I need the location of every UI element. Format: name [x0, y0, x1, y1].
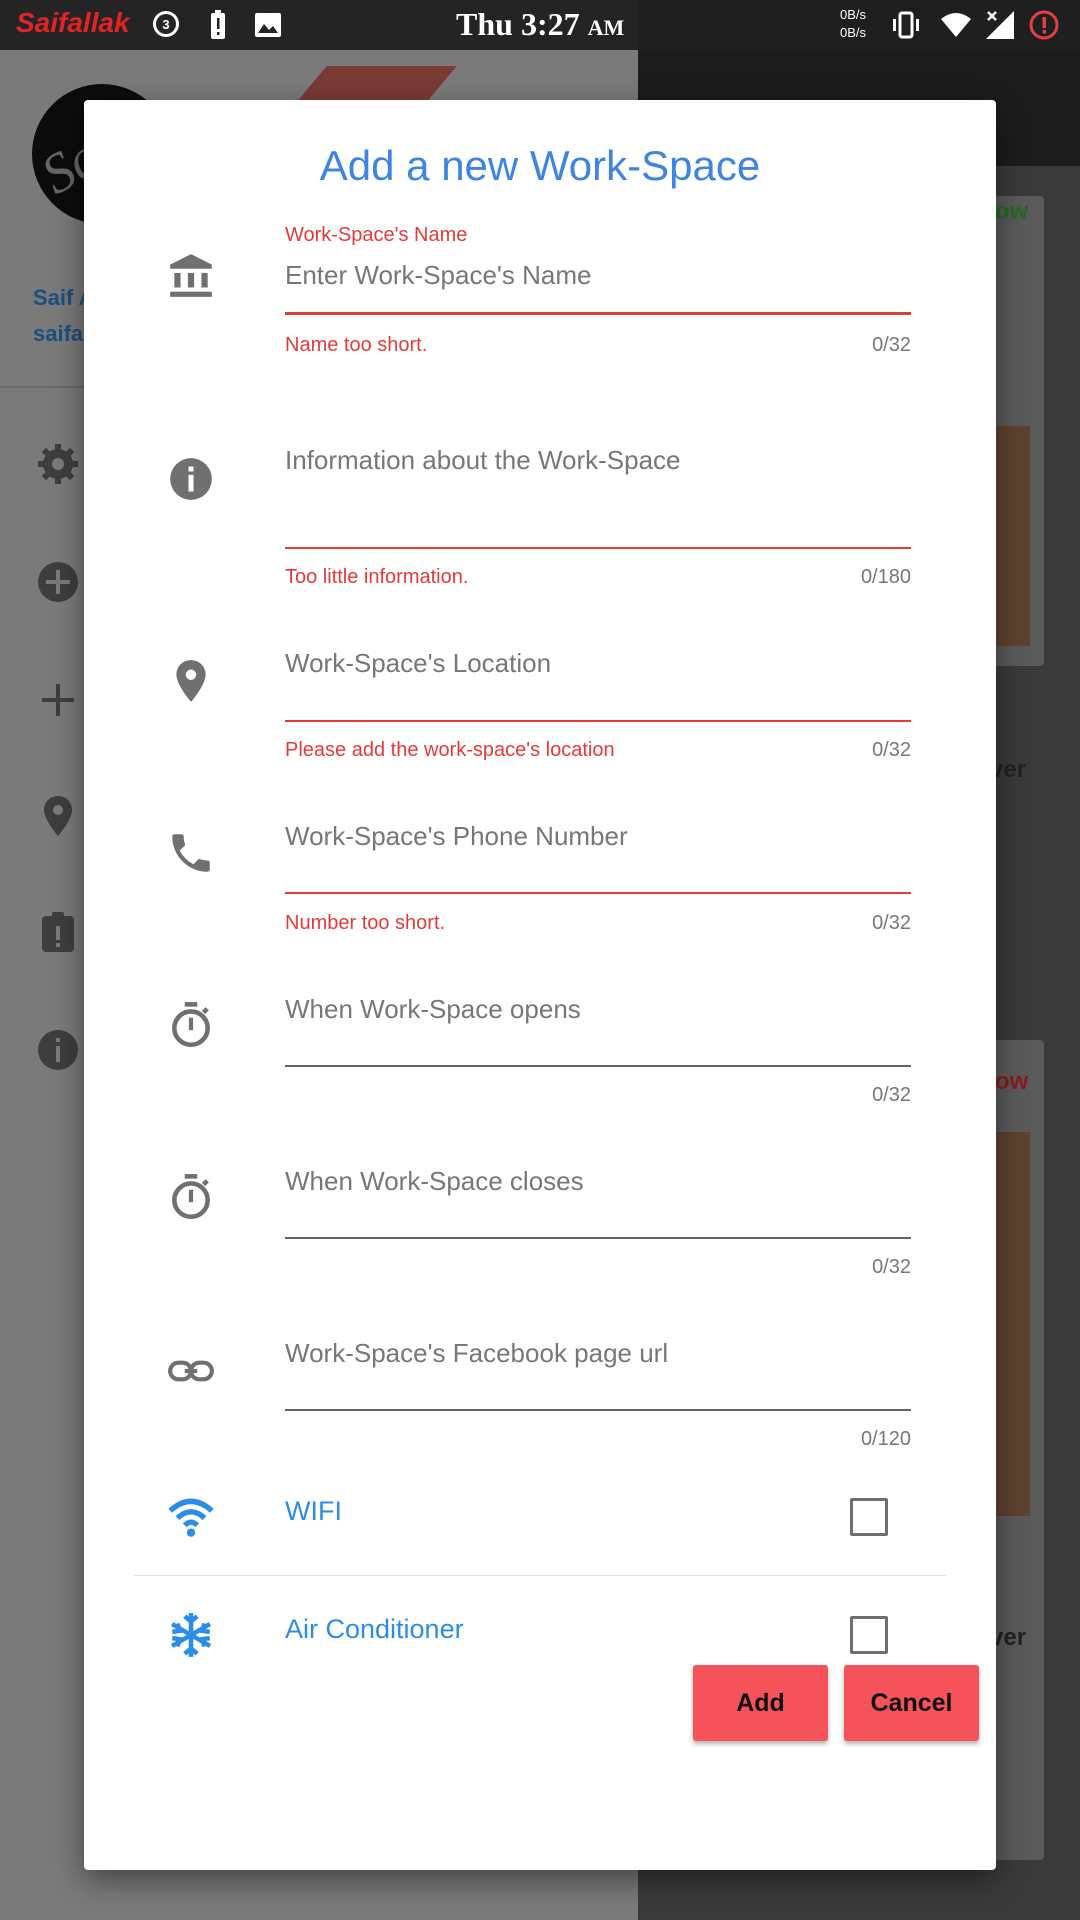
location-error: Please add the work-space's location	[285, 739, 615, 761]
timer-icon	[172, 1174, 210, 1220]
wifi-label: WIFI	[285, 1496, 342, 1526]
clock-ampm: AM	[587, 15, 625, 40]
closes-field[interactable]: When Work-Space closes 0/32	[285, 1161, 911, 1301]
wifi-icon	[941, 13, 971, 37]
opens-counter: 0/32	[872, 1084, 911, 1106]
air-conditioner-label: Air Conditioner	[285, 1614, 464, 1644]
vibrate-icon	[893, 11, 919, 39]
phone-error: Number too short.	[285, 912, 446, 934]
opens-input[interactable]: When Work-Space opens	[285, 994, 581, 1025]
facebook-input[interactable]: Work-Space's Facebook page url	[285, 1338, 668, 1369]
name-field[interactable]: Work-Space's Name Enter Work-Space's Nam…	[285, 222, 911, 362]
wifi-row[interactable]: WIFI	[134, 1458, 946, 1574]
location-underline	[285, 720, 911, 722]
location-pin-icon	[44, 796, 72, 836]
battery-alert-icon	[211, 10, 225, 39]
location-input[interactable]: Work-Space's Location	[285, 648, 551, 679]
name-input[interactable]: Enter Work-Space's Name	[285, 260, 591, 291]
name-field-label: Work-Space's Name	[285, 224, 468, 246]
air-conditioner-checkbox[interactable]	[850, 1616, 888, 1654]
snowflake-icon	[170, 1613, 212, 1657]
info-icon	[38, 1030, 78, 1070]
chat-bubble-icon: 3	[153, 11, 179, 37]
phone-icon	[172, 834, 210, 872]
opens-field[interactable]: When Work-Space opens 0/32	[285, 989, 911, 1129]
name-error: Name too short.	[285, 334, 428, 356]
info-field[interactable]: Information about the Work-Space Too lit…	[285, 440, 911, 600]
phone-underline	[285, 892, 911, 894]
dialog-title: Add a new Work-Space	[319, 142, 761, 189]
background-card-text-1: ow	[995, 198, 1029, 225]
closes-counter: 0/32	[872, 1256, 911, 1278]
info-input[interactable]: Information about the Work-Space	[285, 445, 681, 476]
name-underline	[285, 312, 911, 315]
info-icon	[170, 458, 212, 500]
info-underline	[285, 547, 911, 549]
facebook-counter: 0/120	[860, 1428, 911, 1450]
net-down: 0B/s	[840, 25, 867, 40]
info-counter: 0/180	[860, 566, 911, 588]
clock: Thu 3:27 AM	[456, 6, 624, 43]
facebook-underline	[285, 1409, 911, 1411]
signal-icon	[986, 11, 1014, 39]
timer-icon	[172, 1002, 210, 1048]
cancel-button[interactable]: Cancel	[844, 1665, 979, 1741]
net-speed: 0B/s 0B/s	[840, 6, 866, 42]
facebook-field[interactable]: Work-Space's Facebook page url 0/120	[285, 1333, 911, 1473]
bank-icon	[170, 254, 212, 297]
add-button[interactable]: Add	[693, 1665, 828, 1741]
opens-underline	[285, 1065, 911, 1067]
image-icon	[255, 13, 281, 37]
phone-counter: 0/32	[872, 912, 911, 934]
phone-field[interactable]: Work-Space's Phone Number Number too sho…	[285, 816, 911, 956]
location-pin-icon	[176, 660, 206, 702]
location-field[interactable]: Work-Space's Location Please add the wor…	[285, 643, 911, 783]
closes-underline	[285, 1237, 911, 1239]
location-counter: 0/32	[872, 739, 911, 761]
plus-icon	[42, 684, 74, 716]
gear-icon	[38, 444, 78, 484]
add-circle-icon	[38, 562, 78, 602]
clock-time: Thu 3:27	[456, 6, 580, 42]
closes-input[interactable]: When Work-Space closes	[285, 1166, 584, 1197]
add-workspace-dialog: Add a new Work-Space Work-Space's Name E…	[84, 100, 996, 1870]
background-card-text-3: ow	[995, 1068, 1029, 1095]
clipboard-alert-icon	[42, 912, 74, 952]
phone-input[interactable]: Work-Space's Phone Number	[285, 821, 628, 852]
wifi-checkbox[interactable]	[850, 1498, 888, 1536]
notification-count: 3	[162, 17, 169, 32]
link-icon	[168, 1360, 214, 1382]
status-bar: Saifallak 3 Thu 3:27 AM 0B/s 0B/s	[0, 0, 1080, 50]
wifi-icon	[168, 1498, 214, 1537]
info-error: Too little information.	[285, 566, 469, 588]
carrier-brand: Saifallak	[16, 7, 130, 38]
alert-circle-icon	[1029, 10, 1059, 40]
name-counter: 0/32	[872, 334, 911, 356]
net-up: 0B/s	[840, 7, 867, 22]
